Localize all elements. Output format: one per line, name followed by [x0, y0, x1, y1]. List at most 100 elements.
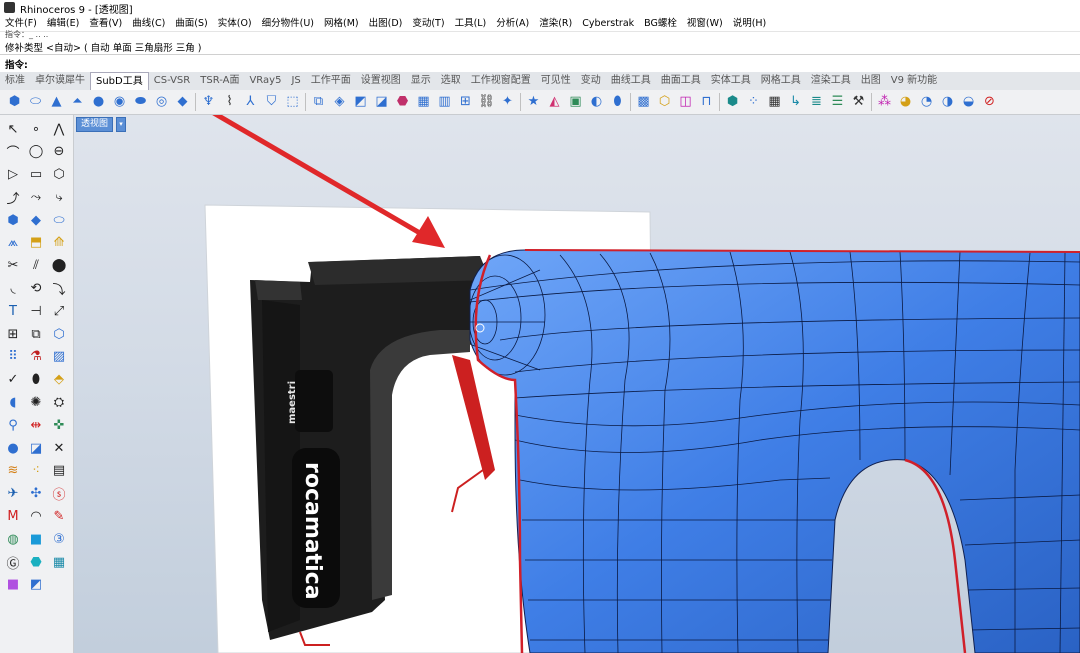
block-icon[interactable]: ⬡: [50, 325, 68, 343]
subd-gold-cube-icon[interactable]: ⬡: [657, 94, 673, 110]
toolbar-tab[interactable]: 出图: [856, 72, 886, 90]
toolbar-tab[interactable]: CS-VSR: [149, 72, 196, 90]
dimension-icon[interactable]: ⊣: [27, 302, 45, 320]
toolbar-tab[interactable]: 渲染工具: [806, 72, 856, 90]
menu-item[interactable]: BG螺栓: [639, 16, 682, 31]
subd-cylinder-icon[interactable]: ⬭: [28, 94, 44, 110]
points-grid-icon[interactable]: ⠿: [4, 348, 22, 366]
subd-mesh-icon[interactable]: ⊞: [458, 94, 474, 110]
subd-tools-icon[interactable]: ⚒: [851, 94, 867, 110]
toolbar-tab[interactable]: 曲线工具: [606, 72, 656, 90]
toolbar-tab[interactable]: 工作视窗配置: [466, 72, 536, 90]
subd-cube-grid-icon[interactable]: ▩: [636, 94, 652, 110]
subd-patch-icon[interactable]: ⛉: [264, 94, 280, 110]
check-icon[interactable]: ✓: [4, 371, 22, 389]
curve-cv-icon[interactable]: ⌒: [4, 143, 22, 161]
render-icon[interactable]: ⛭: [50, 394, 68, 412]
subd-teal-box-icon[interactable]: ⬢: [725, 94, 741, 110]
subd-sphere-icon[interactable]: ◉: [112, 94, 128, 110]
m-icon[interactable]: M: [4, 508, 22, 526]
subd-torus-icon[interactable]: ◎: [154, 94, 170, 110]
s-icon[interactable]: ⓢ: [50, 485, 68, 503]
explode-icon[interactable]: ✕: [50, 439, 68, 457]
blend-curve-icon[interactable]: ⤷: [50, 188, 68, 206]
extrude-icon[interactable]: ⬒: [27, 234, 45, 252]
subd-dot-icon[interactable]: ◐: [589, 94, 605, 110]
toolbar-tab[interactable]: 标准: [0, 72, 30, 90]
trim-icon[interactable]: ✂: [4, 257, 22, 275]
grid-teal-icon[interactable]: ▦: [50, 553, 68, 571]
subd-ellipsoid-icon[interactable]: ⬬: [133, 94, 149, 110]
zebra-icon[interactable]: ≋: [4, 462, 22, 480]
subd-tube-icon[interactable]: ♆: [201, 94, 217, 110]
purple-cube-icon[interactable]: ■: [4, 576, 22, 594]
subd-grid-icon[interactable]: ▦: [416, 94, 432, 110]
hatch-icon[interactable]: ▨: [50, 348, 68, 366]
subd-stripe-icon[interactable]: ▥: [437, 94, 453, 110]
subd-hook-icon[interactable]: ↳: [788, 94, 804, 110]
rebuild-icon[interactable]: ⟲: [27, 280, 45, 298]
menu-item[interactable]: 细分物件(U): [257, 16, 319, 31]
array-icon[interactable]: ⊞: [4, 325, 22, 343]
toolbar-tab[interactable]: TSR-A面: [195, 72, 244, 90]
menu-item[interactable]: Cyberstrak: [577, 16, 639, 31]
subd-sphere-gold-icon[interactable]: ◕: [898, 94, 914, 110]
subd-curve-icon[interactable]: ⌇: [222, 94, 238, 110]
subd-slide-icon[interactable]: ◈: [332, 94, 348, 110]
menu-item[interactable]: 变动(T): [407, 16, 449, 31]
toolbar-tab[interactable]: 变动: [576, 72, 606, 90]
fillet-curve-icon[interactable]: ⤴: [4, 188, 22, 207]
menu-item[interactable]: 分析(A): [491, 16, 534, 31]
layout-icon[interactable]: ◩: [27, 576, 45, 594]
subd-reflect-icon[interactable]: ◭: [547, 94, 563, 110]
toolbar-tab[interactable]: SubD工具: [90, 72, 149, 90]
toolbar-tab[interactable]: 曲面工具: [656, 72, 706, 90]
subd-sphere-arrow-icon[interactable]: ◔: [919, 94, 935, 110]
toolbar-tab[interactable]: 工作平面: [306, 72, 356, 90]
circle-icon[interactable]: ◯: [27, 143, 45, 161]
menu-item[interactable]: 视窗(W): [682, 16, 728, 31]
subd-branch-icon[interactable]: ⅄: [243, 94, 259, 110]
toolbar-tab[interactable]: VRay5: [244, 72, 286, 90]
save-icon[interactable]: ▤: [50, 462, 68, 480]
command-prompt-options[interactable]: 修补类型 <自动> ( 自动 单面 三角扇形 三角 ): [5, 40, 201, 54]
g-icon[interactable]: Ⓖ: [4, 553, 22, 572]
cplane-icon[interactable]: ✜: [50, 416, 68, 434]
subd-frame-icon[interactable]: ▣: [568, 94, 584, 110]
subd-bridge-icon[interactable]: ⧉: [311, 94, 327, 110]
match-icon[interactable]: ⤵: [50, 280, 68, 298]
menu-item[interactable]: 渲染(R): [534, 16, 577, 31]
cube-blue-icon[interactable]: ■: [27, 530, 45, 548]
loft-icon[interactable]: ⩕: [4, 234, 22, 252]
menu-item[interactable]: 曲线(C): [127, 16, 170, 31]
subd-truncated-cone-icon[interactable]: ⏶: [70, 94, 86, 110]
polyline-icon[interactable]: ⋀: [50, 120, 68, 138]
select-arrow-icon[interactable]: ↖: [4, 120, 22, 138]
polygon-icon[interactable]: ▷: [4, 166, 22, 184]
rectangle-icon[interactable]: ▭: [27, 166, 45, 184]
point-icon[interactable]: ∘: [27, 120, 45, 138]
menu-item[interactable]: 工具(L): [450, 16, 492, 31]
mirror-icon[interactable]: ⇹: [27, 416, 45, 434]
analyze-icon[interactable]: ◖: [4, 394, 22, 412]
move-icon[interactable]: ✈: [4, 485, 22, 503]
transform-icon[interactable]: ✣: [27, 485, 45, 503]
curvature-icon[interactable]: ◠: [27, 508, 45, 526]
subd-plane-icon[interactable]: ◆: [175, 94, 191, 110]
toolbar-tab[interactable]: 显示: [406, 72, 436, 90]
subd-sphere-blue-icon[interactable]: ◑: [940, 94, 956, 110]
globe-icon[interactable]: ◍: [4, 530, 22, 548]
command-line[interactable]: 指令:: [0, 54, 1080, 71]
menu-item[interactable]: 网格(M): [319, 16, 364, 31]
toolbar-tab[interactable]: 卓尔谟犀牛: [30, 72, 90, 90]
split-icon[interactable]: ⫽: [27, 257, 45, 275]
menu-item[interactable]: 出图(D): [364, 16, 408, 31]
ellipse-icon[interactable]: ⊖: [50, 143, 68, 161]
subd-list-icon[interactable]: ☰: [830, 94, 846, 110]
join-icon[interactable]: ⬤: [50, 257, 68, 275]
subd-bones-icon[interactable]: ⛓: [478, 94, 495, 110]
toolbar-tab[interactable]: 网格工具: [756, 72, 806, 90]
subd-sphere-check-icon[interactable]: ◒: [961, 94, 977, 110]
light-icon[interactable]: ✺: [27, 394, 45, 412]
mesh-points-icon[interactable]: ⁖: [27, 462, 45, 480]
